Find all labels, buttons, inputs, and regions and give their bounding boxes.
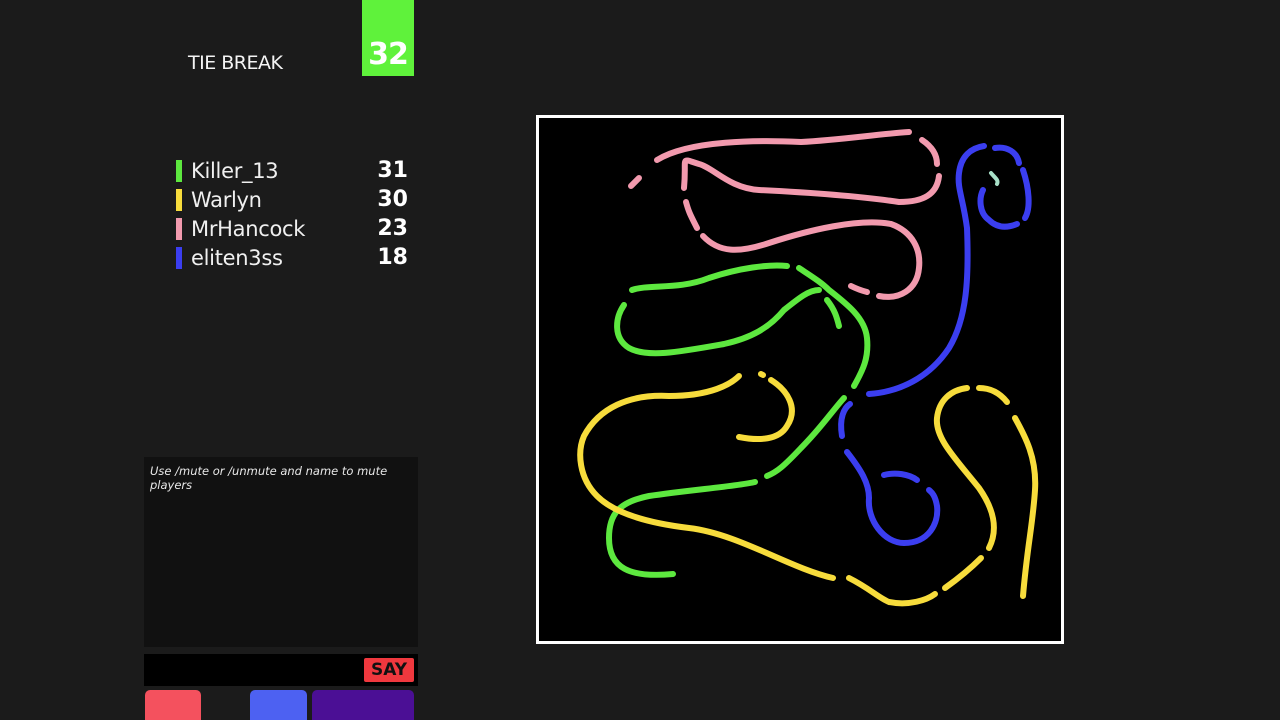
chat-log[interactable]: Use /mute or /unmute and name to mute pl… xyxy=(144,457,418,647)
player-score: 18 xyxy=(377,245,408,270)
score-row-mrhancock: MrHancock 23 xyxy=(176,214,408,243)
player-name: eliten3ss xyxy=(191,245,283,270)
say-button[interactable]: SAY xyxy=(364,658,414,682)
chat-message: Use /mute or /unmute and name to mute pl… xyxy=(150,464,388,492)
trail-cursor xyxy=(989,171,1000,186)
player-score: 23 xyxy=(377,216,408,241)
color-button-blue[interactable] xyxy=(250,690,307,720)
player-color-swatch xyxy=(176,217,182,240)
chat-input-row: SAY xyxy=(144,654,418,686)
scoreboard: Killer_13 31 Warlyn 30 MrHancock 23 elit… xyxy=(176,156,408,272)
player-name: MrHancock xyxy=(191,216,306,241)
arena-canvas xyxy=(577,129,1039,607)
target-score-box: 32 xyxy=(362,0,414,76)
trail-warlyn xyxy=(577,371,1039,607)
player-name: Warlyn xyxy=(191,187,262,212)
score-row-killer: Killer_13 31 xyxy=(176,156,408,185)
chat-input[interactable] xyxy=(144,654,358,686)
trail-mrhancock xyxy=(628,129,942,300)
color-button-red[interactable] xyxy=(145,690,201,720)
target-score: 32 xyxy=(368,37,409,72)
game-arena[interactable] xyxy=(536,115,1064,644)
trail-killer-13 xyxy=(606,262,871,578)
player-score: 30 xyxy=(377,187,408,212)
player-score: 31 xyxy=(377,158,408,183)
color-button-purple[interactable] xyxy=(312,690,414,720)
player-color-swatch xyxy=(176,159,182,182)
score-row-eliten3ss: eliten3ss 18 xyxy=(176,243,408,272)
player-color-swatch xyxy=(176,246,182,269)
player-color-swatch xyxy=(176,188,182,211)
round-label: TIE BREAK xyxy=(188,52,283,74)
score-row-warlyn: Warlyn 30 xyxy=(176,185,408,214)
player-name: Killer_13 xyxy=(191,158,279,183)
